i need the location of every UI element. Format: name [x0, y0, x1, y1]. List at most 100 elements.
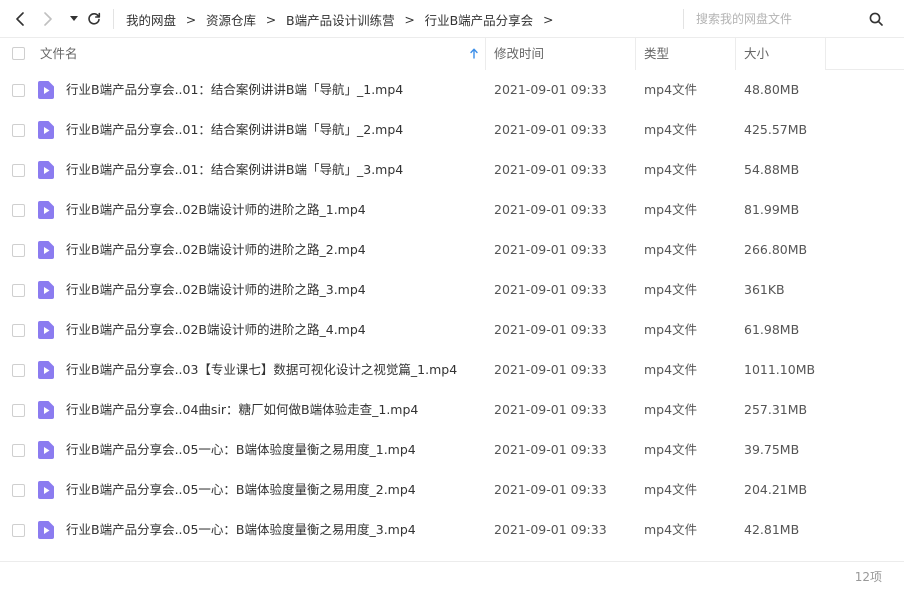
file-name[interactable]: 行业B端产品分享会..01：结合案例讲讲B端「导航」_2.mp4	[66, 110, 403, 150]
select-all-checkbox[interactable]	[12, 47, 25, 60]
breadcrumb-item-training-camp[interactable]: B端产品设计训练营	[286, 10, 395, 29]
file-modified: 2021-09-01 09:33	[494, 402, 607, 417]
table-row[interactable]: 行业B端产品分享会..01：结合案例讲讲B端「导航」_1.mp4 2021-09-…	[0, 70, 904, 110]
table-row[interactable]: 行业B端产品分享会..01：结合案例讲讲B端「导航」_2.mp4 2021-09-…	[0, 110, 904, 150]
sort-arrow-up-icon[interactable]	[470, 48, 478, 59]
history-dropdown-button[interactable]	[64, 9, 84, 29]
file-modified: 2021-09-01 09:33	[494, 522, 607, 537]
file-type: mp4文件	[644, 282, 698, 297]
breadcrumb-separator: >	[404, 11, 415, 27]
column-divider[interactable]	[825, 38, 826, 70]
breadcrumb-separator: >	[185, 11, 197, 27]
video-file-icon	[38, 361, 54, 379]
file-name[interactable]: 行业B端产品分享会..02B端设计师的进阶之路_2.mp4	[66, 230, 366, 270]
file-size: 266.80MB	[744, 242, 808, 257]
divider	[683, 9, 684, 29]
search-input[interactable]	[696, 9, 846, 29]
row-checkbox[interactable]	[12, 404, 25, 417]
file-name[interactable]: 行业B端产品分享会..05一心：B端体验度量衡之易用度_3.mp4	[66, 510, 416, 550]
breadcrumb-item-current-folder[interactable]: 行业B端产品分享会	[425, 10, 534, 29]
file-type: mp4文件	[644, 322, 698, 337]
breadcrumb-item-resource-repo[interactable]: 资源仓库	[206, 10, 256, 29]
column-header-size[interactable]: 大小	[744, 38, 769, 70]
file-size: 361KB	[744, 282, 785, 297]
file-name[interactable]: 行业B端产品分享会..02B端设计师的进阶之路_4.mp4	[66, 310, 366, 350]
caret-down-icon	[70, 16, 78, 21]
video-file-icon	[38, 281, 54, 299]
breadcrumb: 我的网盘 > 资源仓库 > B端产品设计训练营 > 行业B端产品分享会 >	[126, 0, 563, 38]
row-checkbox[interactable]	[12, 204, 25, 217]
video-file-icon	[38, 81, 54, 99]
file-name[interactable]: 行业B端产品分享会..05一心：B端体验度量衡之易用度_1.mp4	[66, 430, 416, 470]
row-checkbox[interactable]	[12, 84, 25, 97]
table-row[interactable]: 行业B端产品分享会..02B端设计师的进阶之路_3.mp4 2021-09-01 …	[0, 270, 904, 310]
table-row[interactable]: 行业B端产品分享会..05一心：B端体验度量衡之易用度_3.mp4 2021-09…	[0, 510, 904, 550]
file-modified: 2021-09-01 09:33	[494, 362, 607, 377]
row-checkbox[interactable]	[12, 324, 25, 337]
row-checkbox[interactable]	[12, 244, 25, 257]
file-name[interactable]: 行业B端产品分享会..05一心：B端体验度量衡之易用度_2.mp4	[66, 470, 416, 510]
video-file-icon	[38, 321, 54, 339]
back-button[interactable]	[10, 9, 30, 29]
file-name[interactable]: 行业B端产品分享会..02B端设计师的进阶之路_3.mp4	[66, 270, 366, 310]
row-checkbox[interactable]	[12, 284, 25, 297]
table-row[interactable]: 行业B端产品分享会..02B端设计师的进阶之路_2.mp4 2021-09-01 …	[0, 230, 904, 270]
column-header-modified[interactable]: 修改时间	[494, 38, 544, 70]
table-row[interactable]: 行业B端产品分享会..02B端设计师的进阶之路_1.mp4 2021-09-01 …	[0, 190, 904, 230]
file-type: mp4文件	[644, 362, 698, 377]
row-checkbox[interactable]	[12, 164, 25, 177]
forward-button[interactable]	[38, 9, 58, 29]
video-file-icon	[38, 201, 54, 219]
file-modified: 2021-09-01 09:33	[494, 162, 607, 177]
table-row[interactable]: 行业B端产品分享会..05一心：B端体验度量衡之易用度_2.mp4 2021-09…	[0, 470, 904, 510]
breadcrumb-separator[interactable]: >	[533, 12, 563, 27]
video-file-icon	[38, 481, 54, 499]
item-count: 12项	[854, 570, 882, 584]
row-checkbox[interactable]	[12, 444, 25, 457]
file-modified: 2021-09-01 09:33	[494, 122, 607, 137]
file-size: 39.75MB	[744, 442, 800, 457]
table-row[interactable]: 行业B端产品分享会..03【专业课七】数据可视化设计之视觉篇_1.mp4 2021…	[0, 350, 904, 390]
file-modified: 2021-09-01 09:33	[494, 242, 607, 257]
row-checkbox[interactable]	[12, 484, 25, 497]
column-divider[interactable]	[635, 38, 636, 70]
row-checkbox[interactable]	[12, 364, 25, 377]
breadcrumb-separator: >	[265, 11, 277, 27]
file-type: mp4文件	[644, 82, 698, 97]
chevron-right-icon	[44, 12, 52, 26]
file-size: 204.21MB	[744, 482, 808, 497]
file-type: mp4文件	[644, 442, 698, 457]
refresh-button[interactable]	[84, 9, 104, 29]
refresh-icon	[88, 12, 101, 25]
file-name[interactable]: 行业B端产品分享会..04曲sir：糖厂如何做B端体验走查_1.mp4	[66, 390, 418, 430]
video-file-icon	[38, 441, 54, 459]
file-size: 1011.10MB	[744, 362, 816, 377]
chevron-left-icon	[16, 12, 24, 26]
row-checkbox[interactable]	[12, 524, 25, 537]
column-divider[interactable]	[485, 38, 486, 70]
column-header-type[interactable]: 类型	[644, 38, 669, 70]
file-name[interactable]: 行业B端产品分享会..01：结合案例讲讲B端「导航」_3.mp4	[66, 150, 403, 190]
column-divider[interactable]	[735, 38, 736, 70]
table-row[interactable]: 行业B端产品分享会..04曲sir：糖厂如何做B端体验走查_1.mp4 2021-…	[0, 390, 904, 430]
table-row[interactable]: 行业B端产品分享会..01：结合案例讲讲B端「导航」_3.mp4 2021-09-…	[0, 150, 904, 190]
file-type: mp4文件	[644, 122, 698, 137]
table-row[interactable]: 行业B端产品分享会..05一心：B端体验度量衡之易用度_1.mp4 2021-09…	[0, 430, 904, 470]
video-file-icon	[38, 121, 54, 139]
search-button[interactable]	[866, 9, 886, 29]
file-name[interactable]: 行业B端产品分享会..03【专业课七】数据可视化设计之视觉篇_1.mp4	[66, 350, 457, 390]
table-row[interactable]: 行业B端产品分享会..02B端设计师的进阶之路_4.mp4 2021-09-01 …	[0, 310, 904, 350]
file-modified: 2021-09-01 09:33	[494, 442, 607, 457]
file-size: 54.88MB	[744, 162, 800, 177]
file-name[interactable]: 行业B端产品分享会..02B端设计师的进阶之路_1.mp4	[66, 190, 366, 230]
top-bar: 我的网盘 > 资源仓库 > B端产品设计训练营 > 行业B端产品分享会 >	[0, 0, 904, 38]
file-size: 425.57MB	[744, 122, 808, 137]
row-checkbox[interactable]	[12, 124, 25, 137]
breadcrumb-item-my-drive[interactable]: 我的网盘	[126, 10, 176, 29]
file-list: 行业B端产品分享会..01：结合案例讲讲B端「导航」_1.mp4 2021-09-…	[0, 70, 904, 550]
column-header-name[interactable]: 文件名	[40, 38, 78, 70]
video-file-icon	[38, 241, 54, 259]
file-modified: 2021-09-01 09:33	[494, 322, 607, 337]
file-name[interactable]: 行业B端产品分享会..01：结合案例讲讲B端「导航」_1.mp4	[66, 70, 403, 110]
video-file-icon	[38, 521, 54, 539]
